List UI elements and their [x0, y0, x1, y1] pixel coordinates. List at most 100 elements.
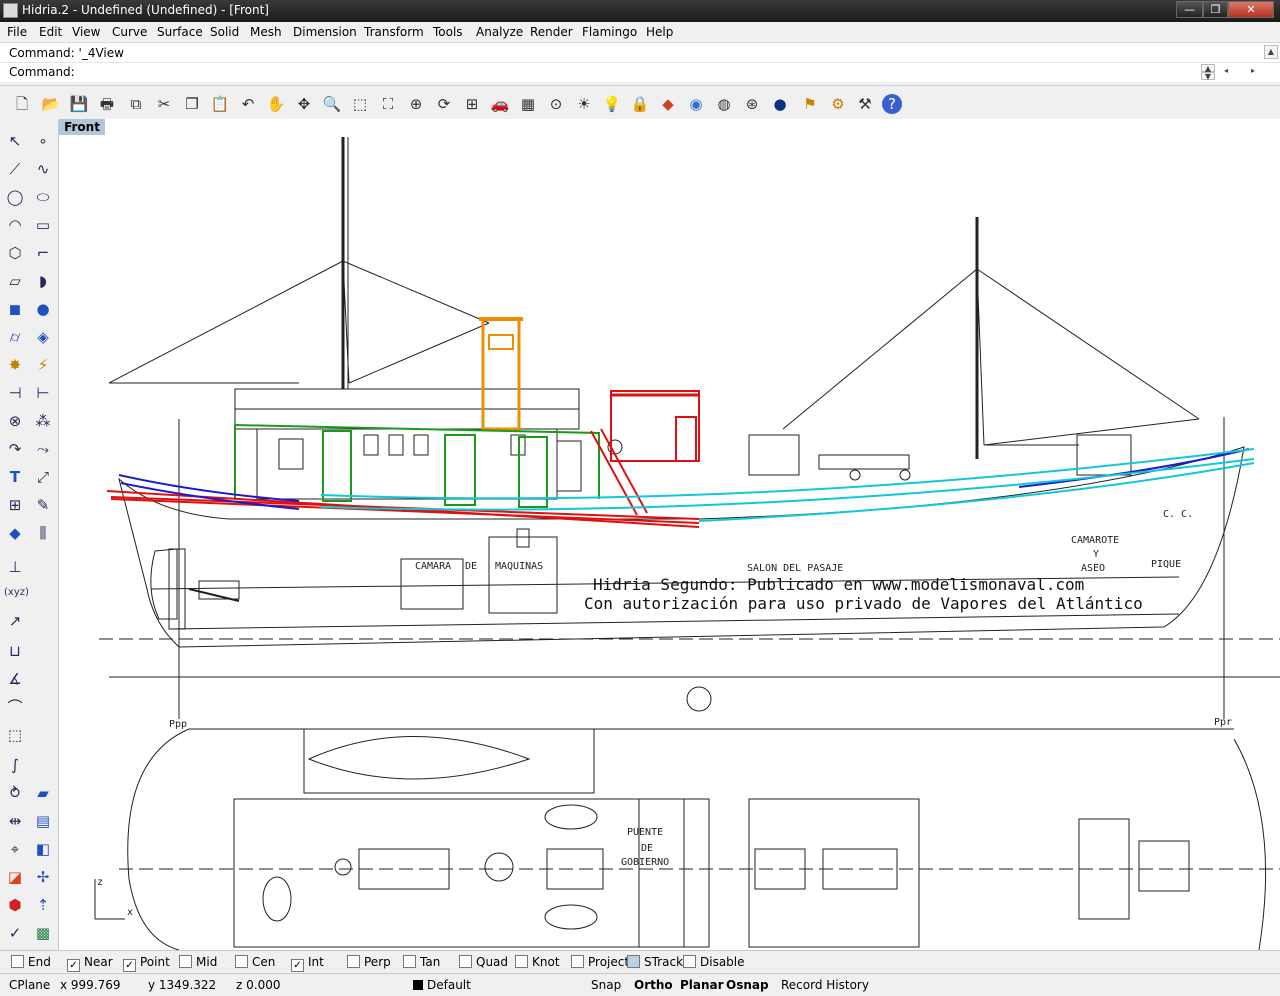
solid-icon[interactable]: ◆ — [4, 522, 26, 544]
sphere-icon[interactable]: ● — [32, 298, 54, 320]
ortho-toggle[interactable]: Ortho — [634, 978, 673, 992]
trim-icon[interactable]: ⚡ — [32, 354, 54, 376]
osnap-point-checkbox[interactable]: ✓ — [123, 959, 136, 972]
curve-icon[interactable]: ∿ — [32, 158, 54, 180]
scroll-left-icon[interactable]: ◂ — [1219, 65, 1233, 79]
array-icon[interactable]: ⊞ — [4, 494, 26, 516]
light-icon[interactable]: ☀ — [574, 94, 594, 114]
menu-mesh[interactable]: Mesh — [250, 25, 282, 39]
zoom-selected-icon[interactable]: ⊕ — [406, 94, 426, 114]
extrude-icon[interactable]: ⇡ — [32, 894, 54, 916]
sphere-shaded-icon[interactable]: ● — [770, 94, 790, 114]
layer-selector[interactable]: Default — [413, 978, 471, 992]
rectangle-icon[interactable]: ▭ — [32, 214, 54, 236]
front-viewport[interactable]: CAMARA DE MAQUINAS SALON DEL PASAJE CAMA… — [59, 119, 1280, 950]
print-icon[interactable]: 🖶 — [97, 94, 117, 114]
zoom-extents-icon[interactable]: ⛶ — [378, 94, 398, 114]
viewport-tab-front[interactable]: Front — [59, 119, 105, 135]
maximize-button[interactable]: ❐ — [1203, 1, 1228, 18]
history-down-icon[interactable]: ▼ — [1201, 72, 1215, 81]
menu-help[interactable]: Help — [646, 25, 673, 39]
menu-render[interactable]: Render — [530, 25, 573, 39]
menu-view[interactable]: View — [72, 25, 100, 39]
four-view-icon[interactable]: ⊞ — [462, 94, 482, 114]
zoom-icon[interactable]: 🔍 — [322, 94, 342, 114]
radius-icon[interactable]: ⌒ — [4, 696, 26, 718]
osnap-cen[interactable]: Cen — [235, 955, 275, 969]
paste-icon[interactable]: 📋 — [210, 94, 230, 114]
new-icon[interactable]: 🗋 — [12, 94, 32, 114]
transform-icon[interactable]: ✢ — [32, 866, 54, 888]
select-icon[interactable]: ↖ — [4, 130, 26, 152]
osnap-tan[interactable]: Tan — [403, 955, 440, 969]
edit-icon[interactable]: ✎ — [32, 494, 54, 516]
grid-icon[interactable]: ▦ — [518, 94, 538, 114]
osnap-point[interactable]: ✓ Point — [123, 955, 170, 972]
cplane-label[interactable]: CPlane — [9, 978, 50, 992]
osnap-project-checkbox[interactable] — [571, 955, 584, 968]
point-icon[interactable]: ∘ — [32, 130, 54, 152]
menu-edit[interactable]: Edit — [39, 25, 62, 39]
osnap-cen-checkbox[interactable] — [235, 955, 248, 968]
osnap-int[interactable]: ✓ Int — [291, 955, 324, 972]
menu-dimension[interactable]: Dimension — [293, 25, 357, 39]
group-icon[interactable]: ⁂ — [32, 410, 54, 432]
osnap-knot-checkbox[interactable] — [515, 955, 528, 968]
osnap-project[interactable]: Project — [571, 955, 629, 969]
bulb-icon[interactable]: 💡 — [602, 94, 622, 114]
render-icon[interactable]: ◉ — [686, 94, 706, 114]
arc-icon[interactable]: ◠ — [4, 214, 26, 236]
menu-solid[interactable]: Solid — [210, 25, 239, 39]
menu-file[interactable]: File — [7, 25, 27, 39]
flag-icon[interactable]: ⚑ — [800, 94, 820, 114]
plane-icon[interactable]: ▰ — [32, 782, 54, 804]
osnap-end-checkbox[interactable] — [11, 955, 24, 968]
measure-icon[interactable]: ⊔ — [4, 640, 26, 662]
hatch-icon[interactable]: ⫼ — [32, 522, 54, 544]
box-edit-icon[interactable]: ⬚ — [4, 724, 26, 746]
import-icon[interactable]: ⧉ — [126, 94, 146, 114]
sphere-icon[interactable]: ⊛ — [742, 94, 762, 114]
osnap-disable[interactable]: Disable — [683, 955, 745, 969]
layer-icon[interactable]: ⬢ — [4, 894, 26, 916]
box-icon[interactable]: ◼ — [4, 298, 26, 320]
menu-transform[interactable]: Transform — [364, 25, 424, 39]
boolean-icon[interactable]: ⊗ — [4, 410, 26, 432]
osnap-knot[interactable]: Knot — [515, 955, 560, 969]
close-button[interactable]: ✕ — [1228, 1, 1274, 18]
ellipse-icon[interactable]: ⬭ — [32, 186, 54, 208]
menu-tools[interactable]: Tools — [433, 25, 463, 39]
pan-icon[interactable]: ✋ — [266, 94, 286, 114]
minimize-button[interactable]: — — [1176, 1, 1203, 18]
curvature-icon[interactable]: ◧ — [32, 838, 54, 860]
loft-icon[interactable]: ◈ — [32, 326, 54, 348]
osnap-end[interactable]: End — [11, 955, 51, 969]
sweep-icon[interactable]: ◗ — [32, 270, 54, 292]
osnap-quad-checkbox[interactable] — [459, 955, 472, 968]
menu-curve[interactable]: Curve — [112, 25, 147, 39]
osnap-strack[interactable]: STrack — [627, 955, 683, 969]
xyz-icon[interactable]: (xyz) — [4, 582, 29, 604]
scale-icon[interactable]: ⤢ — [32, 466, 54, 488]
text-icon[interactable]: T — [4, 466, 26, 488]
cylinder-icon[interactable]: ⌭ — [4, 326, 26, 348]
history-up-icon[interactable]: ▲ — [1201, 64, 1215, 73]
snap-toggle[interactable]: Snap — [591, 978, 621, 992]
tools-icon[interactable]: ⚒ — [855, 94, 875, 114]
menu-surface[interactable]: Surface — [157, 25, 203, 39]
osnap-near[interactable]: ✓ Near — [67, 955, 113, 972]
polygon-icon[interactable]: ⬡ — [4, 242, 26, 264]
menu-analyze[interactable]: Analyze — [476, 25, 523, 39]
osnap-near-checkbox[interactable]: ✓ — [67, 959, 80, 972]
split-icon[interactable]: ⊣ — [4, 382, 26, 404]
move-icon[interactable]: ↗ — [4, 610, 26, 632]
surface-icon[interactable]: ▱ — [4, 270, 26, 292]
lock-icon[interactable]: 🔒 — [630, 94, 650, 114]
osnap-mid[interactable]: Mid — [179, 955, 217, 969]
osnap-perp[interactable]: Perp — [347, 955, 391, 969]
open-icon[interactable]: 📂 — [41, 94, 61, 114]
dimension-icon[interactable]: ⊥ — [4, 556, 26, 578]
point-icon[interactable]: ⊙ — [546, 94, 566, 114]
color-icon[interactable]: ◆ — [658, 94, 678, 114]
planar-toggle[interactable]: Planar — [680, 978, 724, 992]
